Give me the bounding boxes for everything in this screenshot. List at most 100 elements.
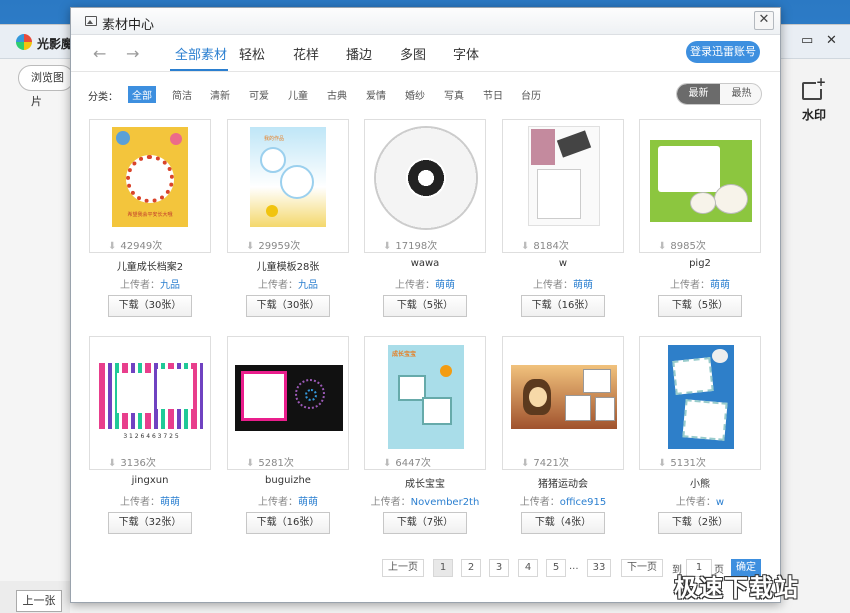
page-1-button[interactable]: 1 (433, 559, 453, 577)
download-button[interactable]: 下载（2张） (658, 512, 742, 534)
tab-borders[interactable]: 播边 (346, 44, 372, 63)
download-button[interactable]: 下载（30张） (246, 295, 330, 317)
next-page-button[interactable]: 下一页 (621, 559, 663, 577)
download-button[interactable]: 下载（16张） (521, 295, 605, 317)
material-thumbnail[interactable]: 成长宝宝 ⬇ 6447次 (364, 336, 486, 470)
download-button[interactable]: 下载（16张） (246, 512, 330, 534)
page-4-button[interactable]: 4 (518, 559, 538, 577)
uploader-link[interactable]: November2th (411, 497, 480, 508)
browse-images-button[interactable]: 浏览图片 (18, 65, 74, 108)
forward-arrow-icon[interactable]: → (126, 44, 139, 63)
kids-template: 我的作品 (250, 127, 326, 227)
material-thumbnail[interactable]: ⬇ 8184次 (502, 119, 624, 253)
category-holiday[interactable]: 节日 (479, 86, 507, 103)
download-count: ⬇ 7421次 (521, 458, 569, 469)
page-ellipsis: ... (569, 561, 579, 572)
download-button[interactable]: 下载（30张） (108, 295, 192, 317)
download-icon: ⬇ (658, 241, 667, 252)
dark-sparkle-frame (235, 365, 343, 431)
back-arrow-icon[interactable]: ← (93, 44, 106, 63)
maximize-icon[interactable]: ▭ (801, 33, 813, 48)
tab-easy[interactable]: 轻松 (239, 44, 265, 63)
category-wedding[interactable]: 婚纱 (401, 86, 429, 103)
download-button[interactable]: 下载（5张） (658, 295, 742, 317)
previous-image-button[interactable]: 上一张 (16, 590, 62, 612)
material-card[interactable]: ⬇ 7421次 猪猪运动会 上传者：office915 下载（4张） (502, 336, 624, 534)
material-name: 猪猪运动会 (538, 479, 588, 490)
tab-all-materials[interactable]: 全部素材 (175, 44, 227, 63)
material-thumbnail[interactable]: ⬇ 17198次 (364, 119, 486, 253)
download-count: ⬇ 5281次 (246, 458, 294, 469)
material-card[interactable]: 3 1 2 6 4 6 3 7 2 5 ⬇ 3136次 jingxun 上传者：萌… (89, 336, 211, 534)
tab-multi-image[interactable]: 多图 (400, 44, 426, 63)
material-thumbnail[interactable]: 我的作品 ⬇ 29959次 (227, 119, 349, 253)
category-filter-bar: 分类： 全部 简洁 清新 可爱 儿童 古典 爱情 婚纱 写真 节日 台历 最新 … (71, 80, 780, 106)
material-card[interactable]: ⬇ 8985次 pig2 上传者：萌萌 下载（5张） (639, 119, 761, 317)
bear-frame (668, 345, 734, 449)
category-love[interactable]: 爱情 (362, 86, 390, 103)
uploader-link[interactable]: 萌萌 (298, 497, 318, 508)
uploader-link[interactable]: w (716, 497, 724, 508)
material-thumbnail[interactable]: ⬇ 5281次 (227, 336, 349, 470)
material-card[interactable]: ⬇ 17198次 wawa 上传者：萌萌 下载（5张） (364, 119, 486, 317)
uploader-info: 上传者：萌萌 (395, 280, 455, 291)
material-thumbnail[interactable]: ⬇ 8985次 (639, 119, 761, 253)
material-name: 小熊 (690, 479, 710, 490)
page-5-button[interactable]: 5 (546, 559, 566, 577)
download-button[interactable]: 下载（4张） (521, 512, 605, 534)
category-classic[interactable]: 古典 (323, 86, 351, 103)
watermark-button-label[interactable]: 水印 (802, 106, 826, 123)
download-count: ⬇ 8985次 (658, 241, 706, 252)
login-xunlei-button[interactable]: 登录迅雷账号 (686, 41, 760, 63)
material-card[interactable]: ⬇ 5281次 buguizhe 上传者：萌萌 下载（16张） (227, 336, 349, 534)
watermark-add-icon[interactable] (802, 75, 826, 100)
category-portrait[interactable]: 写真 (440, 86, 468, 103)
uploader-link[interactable]: 萌萌 (573, 280, 593, 291)
material-card[interactable]: 希望我会平安长大哦 ⬇ 42949次 儿童成长档案2 上传者：九品 下载（30张） (89, 119, 211, 317)
material-thumbnail[interactable]: 3 1 2 6 4 6 3 7 2 5 ⬇ 3136次 (89, 336, 211, 470)
material-thumbnail[interactable]: ⬇ 5131次 (639, 336, 761, 470)
category-simple[interactable]: 简洁 (168, 86, 196, 103)
tab-patterns[interactable]: 花样 (293, 44, 319, 63)
download-button[interactable]: 下载（32张） (108, 512, 192, 534)
category-fresh[interactable]: 清新 (206, 86, 234, 103)
uploader-link[interactable]: office915 (560, 497, 607, 508)
download-icon: ⬇ (658, 458, 667, 469)
material-card[interactable]: ⬇ 8184次 w 上传者：萌萌 下载（16张） (502, 119, 624, 317)
uploader-link[interactable]: 萌萌 (710, 280, 730, 291)
page-2-button[interactable]: 2 (461, 559, 481, 577)
close-icon[interactable]: ✕ (826, 33, 837, 48)
prev-page-button[interactable]: 上一页 (382, 559, 424, 577)
uploader-link[interactable]: 九品 (298, 280, 318, 291)
app-logo-icon (16, 34, 32, 50)
category-cute[interactable]: 可爱 (245, 86, 273, 103)
material-name: 儿童模板28张 (256, 262, 320, 273)
last-page-button[interactable]: 33 (587, 559, 611, 577)
material-card[interactable]: 我的作品 ⬇ 29959次 儿童模板28张 上传者：九品 下载（30张） (227, 119, 349, 317)
download-button[interactable]: 下载（5张） (383, 295, 467, 317)
active-tab-indicator (170, 69, 228, 71)
sort-newest-button[interactable]: 最新 (677, 84, 720, 104)
uploader-link[interactable]: 萌萌 (435, 280, 455, 291)
download-button[interactable]: 下载（7张） (383, 512, 467, 534)
page-3-button[interactable]: 3 (489, 559, 509, 577)
dialog-title: 素材中心 (102, 18, 155, 33)
filter-label: 分类： (88, 92, 118, 103)
uploader-info: 上传者：萌萌 (670, 280, 730, 291)
category-children[interactable]: 儿童 (284, 86, 312, 103)
uploader-link[interactable]: 九品 (160, 280, 180, 291)
sort-hottest-button[interactable]: 最热 (720, 84, 761, 104)
growth-baby-text: 成长宝宝 (392, 351, 417, 358)
material-thumbnail[interactable]: 希望我会平安长大哦 ⬇ 42949次 (89, 119, 211, 253)
material-card[interactable]: ⬇ 5131次 小熊 上传者：w 下载（2张） (639, 336, 761, 534)
material-card[interactable]: 成长宝宝 ⬇ 6447次 成长宝宝 上传者：November2th 下载（7张） (364, 336, 486, 534)
dialog-close-button[interactable]: ✕ (754, 11, 774, 30)
uploader-info: 上传者：萌萌 (533, 280, 593, 291)
material-thumbnail[interactable]: ⬇ 7421次 (502, 336, 624, 470)
category-all[interactable]: 全部 (128, 86, 156, 103)
sort-toggle: 最新 最热 (676, 83, 762, 105)
uploader-link[interactable]: 萌萌 (160, 497, 180, 508)
tab-fonts[interactable]: 字体 (453, 44, 479, 63)
category-calendar[interactable]: 台历 (517, 86, 545, 103)
download-icon: ⬇ (108, 241, 117, 252)
